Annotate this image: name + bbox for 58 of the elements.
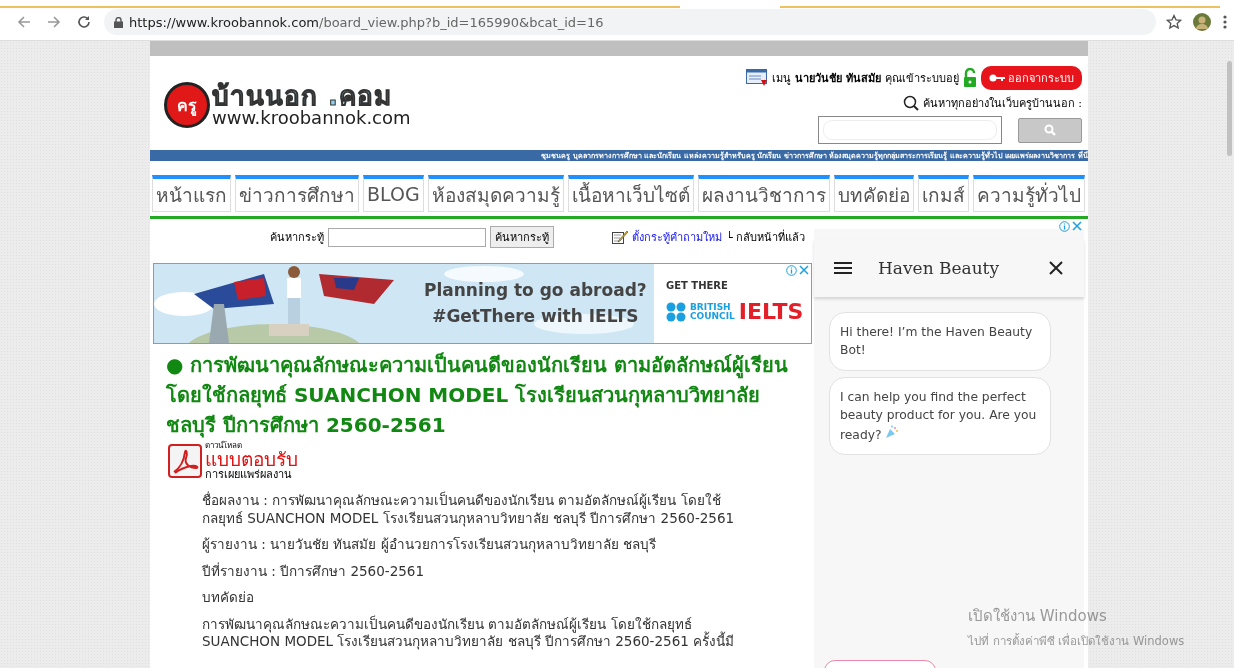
address-bar[interactable]: https://www.kroobannok.com/board_view.php?b_id=165990&bcat_id=16 xyxy=(104,9,1156,35)
paragraph: การพัฒนาคุณลักษณะความเป็นคนดีของนักเรียน ตามอัตลักษณ์ผู้เรียน โดยใช้กลยุทธ์ SUANCHON MODEL โรงเรียนสวนกุหลาบวิทยาลัย ชลบุรี ปีการศึกษา 2560-2561 ครั้งนี้มี xyxy=(202,615,736,651)
ad-brand: BRITISH COUNCIL xyxy=(690,302,735,321)
info-icon[interactable] xyxy=(786,265,797,276)
paragraph: ผู้รายงาน : นายวันชัย ทันสมัย ผู้อำนวยการโรงเรียนสวนกุหลาบวิทยาลัย ชลบุรี xyxy=(202,536,657,554)
ad-tagline: #GetThere with IELTS xyxy=(432,306,639,326)
chat-message: I can help you find the perfect beauty product for you. Are you ready? xyxy=(829,376,1051,456)
edit-icon xyxy=(612,230,628,244)
ad-cta: GET THERE xyxy=(666,280,729,291)
menu-icon[interactable] xyxy=(1222,14,1228,30)
url-text: https://www.kroobannok.com/board_view.php?b_id=165990&bcat_id=16 xyxy=(129,14,604,30)
site-search-label: ค้นหาทุกอย่างในเว็บครูบ้านนอก : xyxy=(922,95,1082,112)
lock-icon xyxy=(114,16,123,28)
menu-list-icon[interactable] xyxy=(746,69,769,87)
nav-tab[interactable]: หน้าแรก xyxy=(152,175,231,212)
login-status: คุณเข้าระบบอยู่ xyxy=(885,71,959,87)
search-icon xyxy=(1044,124,1056,136)
pdf-icon xyxy=(168,444,202,478)
nav-tab[interactable]: เกมส์ xyxy=(917,175,969,212)
star-icon[interactable] xyxy=(1166,14,1182,30)
logout-button[interactable]: ออกจากระบบ xyxy=(981,66,1082,90)
nav-tab[interactable]: เนื้อหาเว็บไซต์ xyxy=(567,175,694,212)
search-icon xyxy=(902,95,919,111)
nav-tab[interactable]: ผลงานวิชาการ xyxy=(697,175,830,212)
search-button[interactable] xyxy=(1018,117,1082,143)
download-link[interactable]: ดาวน์โหลด แบบตอบรับ การเผยแพร่ผลงาน xyxy=(168,442,318,480)
confetti-icon xyxy=(885,424,900,439)
nav-tab[interactable]: ห้องสมุดความรู้ xyxy=(427,175,564,212)
activation-notice-text: ไปที่ การตั้งค่าพีซี เพื่อเปิดใช้งาน Windows xyxy=(968,632,1185,650)
board-search-field[interactable] xyxy=(328,227,486,247)
nav-tab[interactable]: ความรู้ทั่วไป xyxy=(972,175,1085,212)
activation-notice-title: เปิดใช้งาน Windows xyxy=(968,606,1108,627)
unlocked-padlock-icon xyxy=(963,68,977,88)
paragraph: ชื่อผลงาน : การพัฒนาคุณลักษณะความเป็นคนดีของนักเรียน ตามอัตลักษณ์ผู้เรียน โดยใช้กลยุทธ์ SUANCHON MODEL โรงเรียนสวนกุหลาบวิทยาลัย ชลบุรี ปีการศึกษา 2560-2561 xyxy=(202,492,736,528)
key-icon xyxy=(989,74,1005,82)
menu-label[interactable]: เมนู xyxy=(772,69,792,87)
user-name: นายวันชัย ทันสมัย xyxy=(795,71,881,87)
post-title: ● การพัฒนาคุณลักษณะความเป็นคนดีของนักเรียน ตามอัตลักษณ์ผู้เรียน โดยใช้กลยุทธ์ SUANCHON MODEL โรงเรียนสวนกุหลาบวิทยาลัย ชลบุรี ปีการศึกษา 2560-2561 xyxy=(166,351,790,440)
nav-tab[interactable]: ข่าวการศึกษา xyxy=(235,175,359,212)
chat-title: Haven Beauty xyxy=(878,258,1001,278)
nav-tab[interactable]: บทคัดย่อ xyxy=(833,175,914,212)
site-search-field[interactable] xyxy=(818,116,1002,144)
menu-icon[interactable] xyxy=(834,261,852,275)
board-search-button[interactable]: ค้นหากระทู้ xyxy=(490,226,554,248)
info-icon[interactable] xyxy=(1059,221,1070,232)
paragraph: ปีที่รายงาน : ปีการศึกษา 2560-2561 xyxy=(202,562,425,581)
back-link[interactable]: └ กลับหน้าที่แล้ว xyxy=(726,228,806,246)
board-search-label: ค้นหากระทู้ xyxy=(270,230,324,246)
nav-tab[interactable]: BLOG xyxy=(363,175,424,212)
chat-message: Hi there! I’m the Haven Beauty Bot! xyxy=(829,312,1051,371)
new-topic-link[interactable]: ตั้งกระทู้คำถามใหม่ xyxy=(632,228,722,246)
ad-headline: Planning to go abroad? xyxy=(424,280,647,300)
paragraph: บทคัดย่อ xyxy=(202,589,255,607)
dots-logo-icon xyxy=(666,301,686,322)
close-icon[interactable] xyxy=(1048,260,1064,276)
ad-brand-mark: IELTS xyxy=(738,299,804,324)
scrollbar[interactable] xyxy=(1227,61,1232,156)
avatar-icon[interactable] xyxy=(1192,12,1212,32)
